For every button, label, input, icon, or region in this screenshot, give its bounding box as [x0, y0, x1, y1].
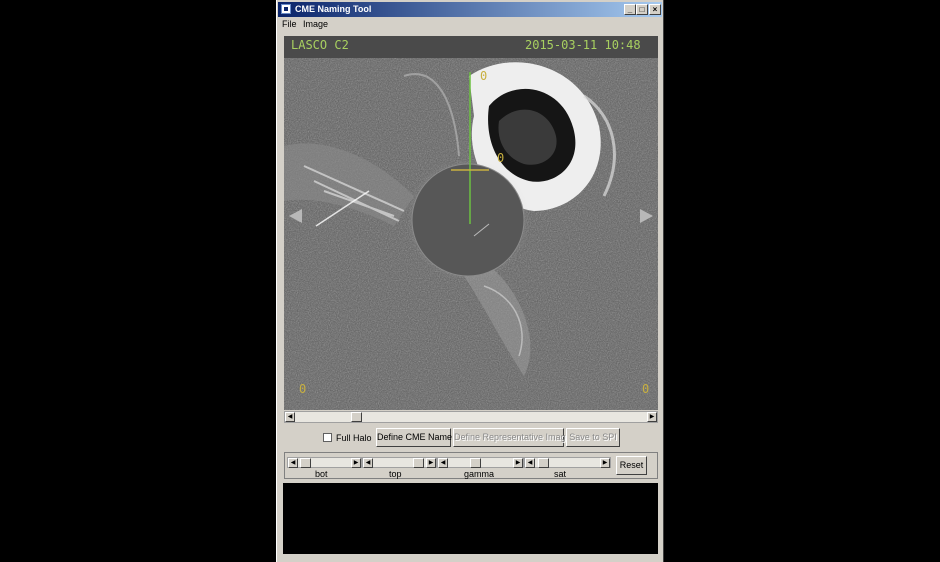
slider-sat-right-arrow[interactable]: ▶ — [600, 458, 610, 468]
slider-bot-thumb[interactable] — [300, 458, 311, 468]
slider-bot-label: bot — [315, 469, 328, 479]
full-halo-checkbox[interactable] — [323, 433, 332, 442]
image-horizontal-scrollbar[interactable]: ◀ ▶ — [284, 411, 658, 423]
slider-top-left-arrow[interactable]: ◀ — [363, 458, 373, 468]
marker-top: 0 — [480, 69, 488, 83]
slider-sat-left-arrow[interactable]: ◀ — [525, 458, 535, 468]
slider-bot-right-arrow[interactable]: ▶ — [351, 458, 361, 468]
slider-gamma-label: gamma — [464, 469, 495, 479]
image-adjust-sliders: ◀ ▶ bot ◀ ▶ top ◀ ▶ gamma ◀ ▶ sat Reset — [284, 452, 658, 479]
slider-bot-left-arrow[interactable]: ◀ — [288, 458, 298, 468]
slider-bot-track[interactable]: ◀ ▶ — [287, 457, 362, 468]
reset-button[interactable]: Reset — [616, 456, 647, 475]
define-representative-image-button[interactable]: Define Representative Image — [453, 428, 571, 447]
slider-gamma-right-arrow[interactable]: ▶ — [513, 458, 523, 468]
menu-image[interactable]: Image — [303, 19, 328, 29]
output-area — [283, 483, 658, 554]
image-timestamp: 2015-03-11 10:48 — [525, 38, 641, 52]
scroll-right-button[interactable]: ▶ — [647, 412, 657, 422]
define-cme-name-button[interactable]: Define CME Name — [376, 428, 452, 447]
marker-bottom-right: 0 — [642, 382, 650, 396]
menu-file[interactable]: File — [282, 19, 297, 29]
minimize-button[interactable]: _ — [624, 4, 636, 15]
slider-gamma-thumb[interactable] — [470, 458, 481, 468]
slider-top-right-arrow[interactable]: ▶ — [426, 458, 436, 468]
title-bar[interactable]: CME Naming Tool _ □ × — [278, 2, 662, 17]
maximize-button[interactable]: □ — [636, 4, 648, 15]
slider-sat-label: sat — [554, 469, 567, 479]
slider-top-thumb[interactable] — [413, 458, 424, 468]
window-title: CME Naming Tool — [295, 4, 372, 14]
full-halo-label: Full Halo — [336, 433, 372, 443]
app-icon — [281, 4, 291, 14]
slider-sat-thumb[interactable] — [538, 458, 549, 468]
scroll-left-button[interactable]: ◀ — [285, 412, 295, 422]
cme-naming-tool-window: CME Naming Tool _ □ × File Image LASCO C… — [276, 0, 664, 562]
coronagraph-image-graphic — [284, 36, 658, 410]
marker-center: 0 — [497, 151, 505, 165]
close-button[interactable]: × — [649, 4, 661, 15]
slider-top-track[interactable]: ◀ ▶ — [362, 457, 437, 468]
slider-gamma-track[interactable]: ◀ ▶ — [437, 457, 524, 468]
marker-bottom-left: 0 — [299, 382, 307, 396]
scroll-thumb[interactable] — [351, 412, 362, 422]
save-to-spi-button[interactable]: Save to SPI — [566, 428, 620, 447]
instrument-label: LASCO C2 — [291, 38, 349, 52]
slider-top-label: top — [389, 469, 402, 479]
coronagraph-image[interactable]: LASCO C2 2015-03-11 10:48 0 0 0 0 — [284, 36, 658, 410]
slider-sat-track[interactable]: ◀ ▶ — [524, 457, 611, 468]
slider-gamma-left-arrow[interactable]: ◀ — [438, 458, 448, 468]
